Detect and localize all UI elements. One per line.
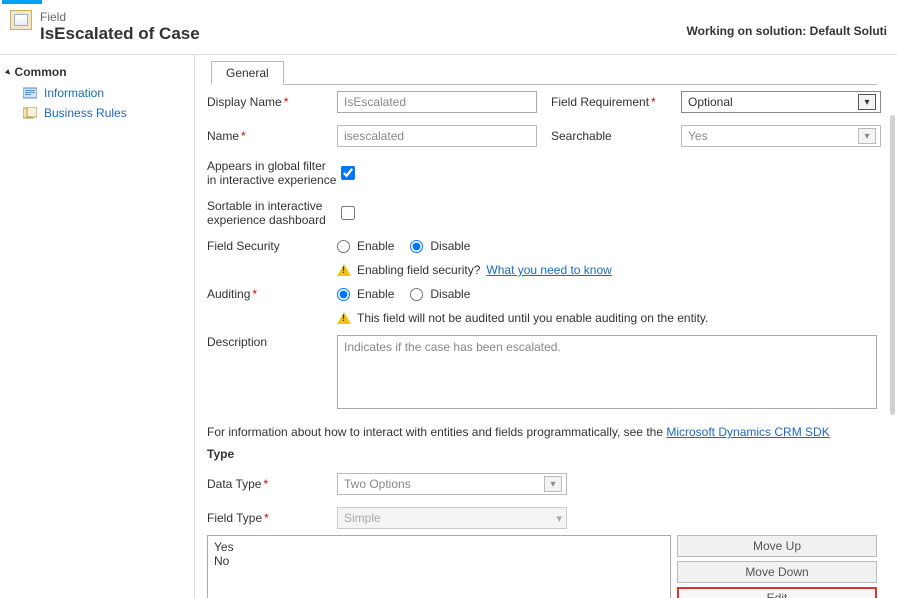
field-type-label: Field Type bbox=[207, 511, 262, 525]
sidebar-section-common[interactable]: Common bbox=[6, 63, 188, 83]
sidebar-item-business-rules[interactable]: Business Rules bbox=[6, 103, 188, 123]
content: General Display Name* IsEscalated Field … bbox=[195, 55, 897, 598]
sidebar-item-information[interactable]: Information bbox=[6, 83, 188, 103]
display-name-label: Display Name bbox=[207, 95, 282, 109]
solution-context: Working on solution: Default Soluti bbox=[687, 10, 887, 38]
field-security-enable[interactable]: Enable bbox=[337, 239, 394, 253]
auditing-disable[interactable]: Disable bbox=[410, 287, 470, 301]
description-label: Description bbox=[207, 335, 337, 349]
sidebar-item-label: Information bbox=[44, 86, 104, 100]
tab-general[interactable]: General bbox=[211, 61, 284, 85]
scrollbar[interactable] bbox=[890, 115, 895, 415]
searchable-label: Searchable bbox=[551, 129, 612, 143]
header: Field IsEscalated of Case Working on sol… bbox=[0, 4, 897, 55]
sortable-checkbox[interactable] bbox=[341, 206, 355, 220]
type-section: Type bbox=[207, 445, 877, 467]
rules-icon bbox=[22, 106, 38, 120]
chevron-down-icon: ▾ bbox=[858, 94, 876, 110]
field-security-disable[interactable]: Disable bbox=[410, 239, 470, 253]
chevron-down-icon: ▾ bbox=[858, 128, 876, 144]
header-kind: Field bbox=[40, 10, 200, 24]
sidebar-item-label: Business Rules bbox=[44, 106, 127, 120]
warning-icon bbox=[337, 312, 351, 324]
sidebar: Common Information Business Rules bbox=[0, 55, 195, 598]
header-title: IsEscalated of Case bbox=[40, 24, 200, 44]
option-item[interactable]: No bbox=[214, 554, 664, 568]
name-input: isescalated bbox=[337, 125, 537, 147]
warning-icon bbox=[337, 264, 351, 276]
field-requirement-label: Field Requirement bbox=[551, 95, 649, 109]
data-type-select: Two Options ▾ bbox=[337, 473, 567, 495]
display-name-input[interactable]: IsEscalated bbox=[337, 91, 537, 113]
data-type-label: Data Type bbox=[207, 477, 261, 491]
searchable-select[interactable]: Yes ▾ bbox=[681, 125, 881, 147]
auditing-warning: This field will not be audited until you… bbox=[357, 311, 708, 325]
security-warning-link[interactable]: What you need to know bbox=[486, 263, 611, 277]
sdk-info: For information about how to interact wi… bbox=[207, 415, 877, 445]
field-requirement-select[interactable]: Optional ▾ bbox=[681, 91, 881, 113]
option-item[interactable]: Yes bbox=[214, 540, 664, 554]
auditing-label: Auditing bbox=[207, 287, 250, 301]
global-filter-checkbox[interactable] bbox=[341, 166, 355, 180]
move-down-button[interactable]: Move Down bbox=[677, 561, 877, 583]
sdk-link[interactable]: Microsoft Dynamics CRM SDK bbox=[666, 425, 829, 439]
move-up-button[interactable]: Move Up bbox=[677, 535, 877, 557]
chevron-down-icon: ▾ bbox=[544, 476, 562, 492]
options-list[interactable]: Yes No bbox=[207, 535, 671, 598]
global-filter-label: Appears in global filter in interactive … bbox=[207, 159, 337, 187]
field-type-select: Simple ▾ bbox=[337, 507, 567, 529]
info-icon bbox=[22, 86, 38, 100]
name-label: Name bbox=[207, 129, 239, 143]
security-warning-text: Enabling field security? bbox=[357, 263, 480, 277]
chevron-down-icon: ▾ bbox=[556, 512, 562, 525]
field-security-label: Field Security bbox=[207, 239, 337, 253]
entity-icon bbox=[10, 10, 32, 30]
auditing-enable[interactable]: Enable bbox=[337, 287, 394, 301]
description-textarea[interactable]: Indicates if the case has been escalated… bbox=[337, 335, 877, 409]
sortable-label: Sortable in interactive experience dashb… bbox=[207, 199, 337, 227]
